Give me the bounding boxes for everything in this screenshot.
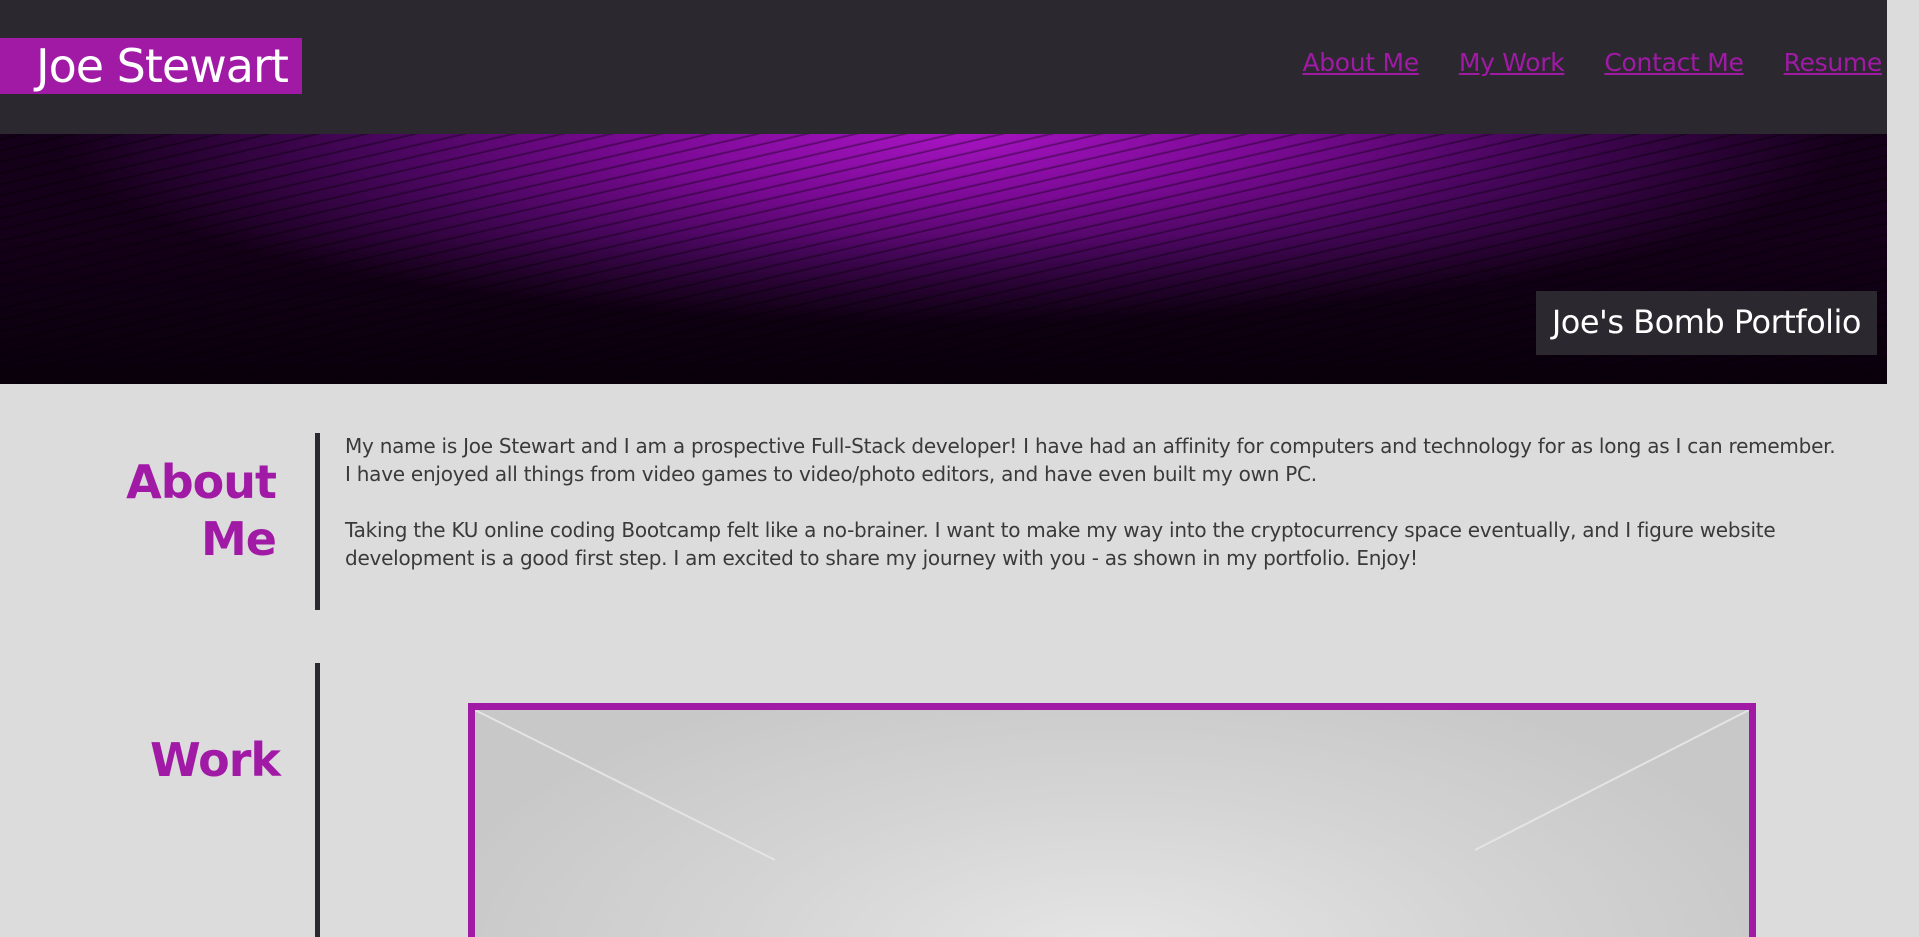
site-logo[interactable]: Joe Stewart [0,38,302,94]
about-text: My name is Joe Stewart and I am a prospe… [345,432,1845,600]
about-paragraph-2: Taking the KU online coding Bootcamp fel… [345,518,1776,570]
about-heading: About Me [126,455,277,566]
project-placeholder-image [475,710,1749,861]
page-scrollbar[interactable] [1887,0,1903,937]
hero-banner: Joe's Bomb Portfolio [0,134,1903,384]
portfolio-page: Joe Stewart About Me My Work Contact Me … [0,0,1903,937]
project-card[interactable] [468,703,1756,937]
nav-link-my-work[interactable]: My Work [1459,48,1565,77]
work-heading: Work [150,733,281,787]
hero-title: Joe's Bomb Portfolio [1535,291,1877,355]
nav-link-about-me[interactable]: About Me [1302,48,1419,77]
nav-link-resume[interactable]: Resume [1784,48,1883,77]
placeholder-line-right [1474,710,1749,851]
nav-link-contact-me[interactable]: Contact Me [1604,48,1743,77]
work-divider [315,663,320,937]
about-paragraph-1: My name is Joe Stewart and I am a prospe… [345,434,1836,486]
site-header: Joe Stewart About Me My Work Contact Me … [0,0,1903,134]
about-divider [315,433,320,610]
placeholder-line-left [475,710,776,861]
main-nav: About Me My Work Contact Me Resume [1302,48,1882,77]
